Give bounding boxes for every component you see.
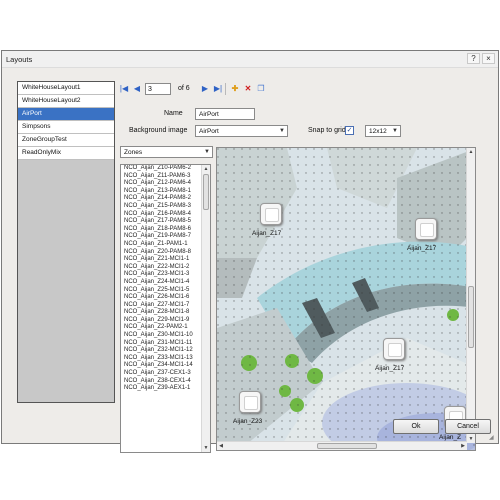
copy-icon[interactable]: ❐ (256, 84, 266, 94)
zone-list-item[interactable]: NCO_Aijan_Z31-MCI1-11 (121, 340, 210, 348)
zone-list-item[interactable]: NCO_Aijan_Z1-PAM1-1 (121, 241, 210, 249)
chevron-down-icon: ▼ (392, 128, 398, 134)
zone-list-item[interactable]: NCO_Aijan_Z18-PAM8-6 (121, 226, 210, 234)
zones-scrollbar[interactable]: ▲ ▼ (201, 165, 210, 452)
layouts-list: WhiteHouseLayout1 WhiteHouseLayout2 AirPor… (17, 81, 115, 403)
layout-list-item[interactable]: AirPort (18, 108, 114, 121)
zone-list-item[interactable]: NCO_Aijan_Z23-MCI1-3 (121, 271, 210, 279)
record-navigator: |◀ ◀ 3 of 6 ▶ ▶| ✚ ✕ ❐ (119, 83, 279, 96)
zone-list-item[interactable]: NCO_Aijan_Z32-MCI1-12 (121, 347, 210, 355)
cancel-button[interactable]: Cancel (445, 419, 491, 434)
snap-to-grid-label: Snap to grid (308, 127, 346, 134)
zone-marker-label: Aijan_Z17 (252, 230, 282, 237)
ok-button[interactable]: Ok (393, 419, 439, 434)
chevron-down-icon: ▼ (204, 149, 210, 155)
zone-list-item[interactable]: NCO_Aijan_Z12-PAM6-4 (121, 180, 210, 188)
zones-dropdown-value: Zones (124, 149, 143, 156)
zone-list-item[interactable]: NCO_Aijan_Z22-MCI1-2 (121, 264, 210, 272)
window-title: Layouts (6, 55, 33, 64)
zone-list-item[interactable]: NCO_Aijan_Z37-CEX1-3 (121, 370, 210, 378)
zone-list-item[interactable]: NCO_Aijan_Z38-CEX1-4 (121, 378, 210, 386)
zone-list-item[interactable]: NCO_Aijan_Z19-PAM8-7 (121, 233, 210, 241)
page-count-label: of 6 (178, 85, 190, 92)
background-image-value: AirPort (199, 128, 219, 135)
zone-list-item[interactable]: NCO_Aijan_Z16-PAM8-4 (121, 211, 210, 219)
scroll-down-icon[interactable]: ▼ (202, 444, 210, 452)
last-record-icon[interactable]: ▶| (213, 84, 223, 94)
zone-marker[interactable] (260, 203, 282, 225)
scroll-down-icon[interactable]: ▼ (467, 435, 475, 443)
zones-list[interactable]: NCO_Aijan_Z10-PAM6-2 NCO_Aijan_Z11-PAM6-3… (120, 164, 211, 453)
zone-list-item[interactable]: NCO_Aijan_Z11-PAM6-3 (121, 173, 210, 181)
zone-list-item[interactable]: NCO_Aijan_Z30-MCI1-10 (121, 332, 210, 340)
first-record-icon[interactable]: |◀ (119, 84, 129, 94)
grid-size-select[interactable]: 12x12 ▼ (365, 125, 401, 137)
scroll-up-icon[interactable]: ▲ (467, 148, 475, 156)
zone-list-item[interactable]: NCO_Aijan_Z27-MCI1-7 (121, 302, 210, 310)
zone-list-item[interactable]: NCO_Aijan_Z21-MCI1-1 (121, 256, 210, 264)
zone-list-item[interactable]: NCO_Aijan_Z24-MCI1-4 (121, 279, 210, 287)
zone-list-item[interactable]: NCO_Aijan_Z28-MCI1-8 (121, 309, 210, 317)
zone-marker[interactable] (383, 338, 405, 360)
layout-list-item[interactable]: ZoneGroupTest (18, 134, 114, 147)
scroll-thumb[interactable] (317, 443, 377, 449)
toolbar-separator (225, 83, 226, 95)
zone-list-item[interactable]: NCO_Aijan_Z2-PAM2-1 (121, 324, 210, 332)
zones-items: NCO_Aijan_Z10-PAM6-2 NCO_Aijan_Z11-PAM6-3… (121, 165, 210, 393)
zone-list-item[interactable]: NCO_Aijan_Z14-PAM8-2 (121, 195, 210, 203)
grid-size-value: 12x12 (369, 128, 387, 135)
zone-list-item[interactable]: NCO_Aijan_Z26-MCI1-6 (121, 294, 210, 302)
resize-grip-icon[interactable]: ◢ (489, 434, 497, 442)
scroll-left-icon[interactable]: ◀ (217, 442, 225, 450)
title-bar: Layouts ? × (2, 51, 498, 68)
zone-list-item[interactable]: NCO_Aijan_Z33-MCI1-13 (121, 355, 210, 363)
scroll-thumb[interactable] (468, 286, 474, 348)
previous-record-icon[interactable]: ◀ (132, 84, 142, 94)
zones-dropdown[interactable]: Zones ▼ (120, 146, 213, 158)
add-icon[interactable]: ✚ (230, 84, 240, 94)
zone-list-item[interactable]: NCO_Aijan_Z13-PAM8-1 (121, 188, 210, 196)
layout-list-item[interactable]: Simpsons (18, 121, 114, 134)
scroll-right-icon[interactable]: ▶ (459, 442, 467, 450)
name-input[interactable]: AirPort (195, 108, 255, 120)
background-image-select[interactable]: AirPort ▼ (195, 125, 288, 137)
zone-marker-label: Aijan_Z17 (407, 245, 437, 252)
layout-list-item[interactable]: WhiteHouseLayout2 (18, 95, 114, 108)
close-button[interactable]: × (482, 53, 495, 64)
zone-marker-label: Aijan_Z (439, 434, 462, 441)
delete-icon[interactable]: ✕ (243, 84, 253, 94)
zone-marker-label: Aijan_Z23 (233, 418, 263, 425)
zone-marker[interactable] (239, 391, 261, 413)
zone-list-item[interactable]: NCO_Aijan_Z17-PAM8-5 (121, 218, 210, 226)
zone-list-item[interactable]: NCO_Aijan_Z25-MCI1-5 (121, 287, 210, 295)
canvas-vertical-scrollbar[interactable]: ▲ ▼ (466, 148, 475, 443)
next-record-icon[interactable]: ▶ (200, 84, 210, 94)
snap-to-grid-checkbox[interactable]: ✓ (345, 126, 354, 135)
zone-list-item[interactable]: NCO_Aijan_Z39-AEX1-1 (121, 385, 210, 393)
chevron-down-icon: ▼ (279, 128, 285, 134)
zone-marker-label: Aijan_Z17 (375, 365, 405, 372)
scroll-up-icon[interactable]: ▲ (202, 165, 210, 173)
help-button[interactable]: ? (467, 53, 480, 64)
layout-canvas[interactable]: Aijan_Z17 Aijan_Z17 Aijan_Z17 Aijan_Z23 … (216, 147, 476, 451)
name-label: Name (164, 110, 183, 117)
layouts-dialog: Layouts ? × WhiteHouseLayout1 WhiteHouseL… (1, 50, 499, 453)
page-number-input[interactable]: 3 (145, 83, 171, 95)
layout-list-item[interactable]: WhiteHouseLayout1 (18, 82, 114, 95)
zone-list-item[interactable]: NCO_Aijan_Z29-MCI1-9 (121, 317, 210, 325)
zone-list-item[interactable]: NCO_Aijan_Z15-PAM8-3 (121, 203, 210, 211)
canvas-horizontal-scrollbar[interactable]: ◀ ▶ (217, 441, 467, 450)
zone-list-item[interactable]: NCO_Aijan_Z20-PAM8-8 (121, 249, 210, 257)
zone-list-item[interactable]: NCO_Aijan_Z10-PAM6-2 (121, 165, 210, 173)
zone-list-item[interactable]: NCO_Aijan_Z34-MCI1-14 (121, 362, 210, 370)
background-image-label: Background image (129, 127, 188, 134)
layout-list-item[interactable]: ReadOnlyMix (18, 147, 114, 160)
scroll-thumb[interactable] (203, 174, 209, 210)
zone-marker[interactable] (415, 218, 437, 240)
